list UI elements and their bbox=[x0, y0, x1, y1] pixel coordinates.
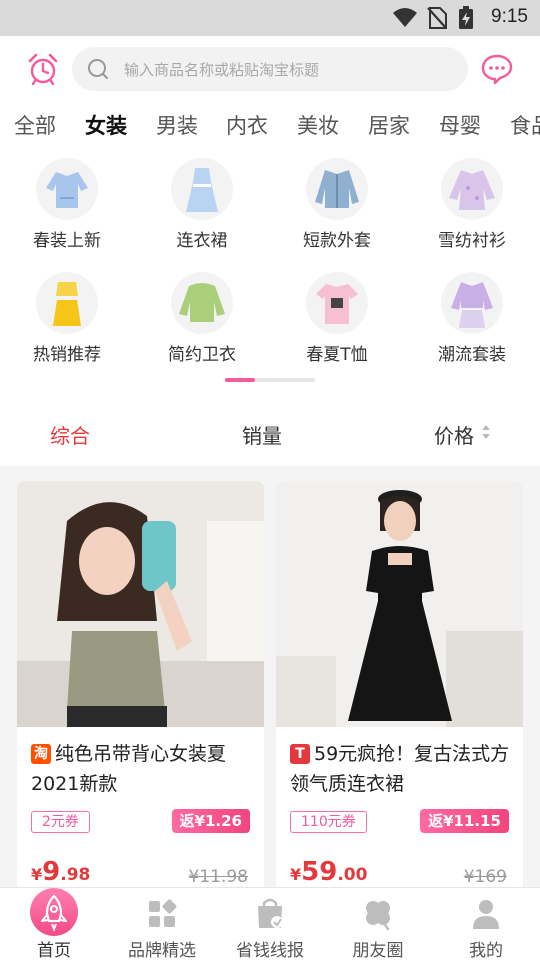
search-row: 输入商品名称或粘贴淘宝标题 bbox=[0, 36, 540, 102]
subcategory-label: 简约卫衣 bbox=[168, 345, 236, 365]
tmall-badge-icon: T bbox=[290, 744, 310, 764]
shopping-bag-icon bbox=[258, 898, 283, 928]
original-price: ¥11.98 bbox=[188, 867, 248, 887]
bottom-nav: 首页 品牌精选 省钱线报 朋友圈 我的 bbox=[0, 887, 540, 960]
sort-bar: 综合 销量 价格 bbox=[0, 400, 540, 464]
nav-label: 我的 bbox=[469, 941, 503, 960]
subcategory-hot-sale[interactable]: 热销推荐 bbox=[2, 264, 132, 376]
chiffon-shirt-image bbox=[441, 158, 503, 220]
nav-label: 首页 bbox=[37, 941, 71, 960]
nav-label: 品牌精选 bbox=[128, 941, 196, 960]
product-card[interactable]: T 59元疯抢！复古法式方领气质连衣裙 110元券 返¥11.15 ¥59.00 … bbox=[276, 481, 523, 888]
nav-label: 朋友圈 bbox=[352, 941, 404, 960]
nav-label: 省钱线报 bbox=[236, 941, 304, 960]
price-integer: 59 bbox=[301, 857, 338, 887]
rebate-badge: 返¥1.26 bbox=[171, 809, 250, 833]
no-sim-icon bbox=[427, 7, 447, 29]
dress-image bbox=[171, 158, 233, 220]
product-price: ¥59.00 bbox=[290, 857, 367, 887]
tab-all[interactable]: 全部 bbox=[14, 110, 56, 140]
tab-womens[interactable]: 女装 bbox=[85, 110, 127, 140]
rebate-badge: 返¥11.15 bbox=[420, 809, 509, 833]
tab-home[interactable]: 居家 bbox=[368, 110, 410, 140]
hoodie-image bbox=[171, 272, 233, 334]
nav-moments[interactable]: 朋友圈 bbox=[324, 888, 432, 960]
subcategory-label: 春装上新 bbox=[33, 231, 101, 251]
battery-charging-icon bbox=[459, 6, 473, 29]
price-decimal: .98 bbox=[60, 865, 91, 885]
product-title-text: 纯色吊带背心女装夏2021新款 bbox=[31, 743, 227, 795]
product-price: ¥9.98 bbox=[31, 857, 90, 887]
subcategory-label: 热销推荐 bbox=[33, 345, 101, 365]
subcategory-label: 短款外套 bbox=[303, 231, 371, 251]
search-input[interactable]: 输入商品名称或粘贴淘宝标题 bbox=[72, 47, 468, 91]
status-time: 9:15 bbox=[491, 6, 528, 27]
subcategory-dress[interactable]: 连衣裙 bbox=[137, 150, 267, 262]
product-title-text: 59元疯抢！复古法式方领气质连衣裙 bbox=[290, 743, 510, 795]
sort-sales[interactable]: 销量 bbox=[242, 420, 282, 449]
subcategory-label: 潮流套装 bbox=[438, 345, 506, 365]
original-price: ¥169 bbox=[463, 867, 507, 887]
wifi-icon bbox=[393, 8, 417, 27]
nav-profile[interactable]: 我的 bbox=[432, 888, 540, 960]
taobao-badge-icon: 淘 bbox=[31, 744, 51, 764]
subcategory-label: 春夏T恤 bbox=[306, 345, 368, 365]
clover-icon bbox=[366, 901, 390, 931]
tab-beauty[interactable]: 美妆 bbox=[297, 110, 339, 140]
subcategory-grid: 春装上新 连衣裙 短款外套 雪纺衬衫 热销推荐 简约卫衣 春夏T恤 潮流套装 bbox=[0, 150, 540, 380]
purple-set-image bbox=[441, 272, 503, 334]
tab-underwear[interactable]: 内衣 bbox=[226, 110, 268, 140]
coupon-badge[interactable]: 2元券 bbox=[31, 811, 90, 833]
subcategory-short-jacket[interactable]: 短款外套 bbox=[272, 150, 402, 262]
tshirt-image bbox=[306, 272, 368, 334]
sort-price[interactable]: 价格 bbox=[434, 420, 474, 449]
price-currency: ¥ bbox=[31, 865, 43, 884]
price-integer: 9 bbox=[42, 857, 61, 887]
subcategory-spring-new[interactable]: 春装上新 bbox=[2, 150, 132, 262]
nav-deals[interactable]: 省钱线报 bbox=[216, 888, 324, 960]
tab-mens[interactable]: 男装 bbox=[156, 110, 198, 140]
yellow-set-image bbox=[36, 272, 98, 334]
user-icon bbox=[473, 900, 499, 929]
product-list: 淘纯色吊带背心女装夏2021新款 2元券 返¥1.26 ¥9.98 ¥11.98 bbox=[0, 466, 540, 888]
tab-food[interactable]: 食品 bbox=[510, 110, 540, 140]
blouse-image bbox=[36, 158, 98, 220]
alarm-clock-icon[interactable] bbox=[26, 52, 60, 86]
category-tabs: 全部 女装 男装 内衣 美妆 居家 母婴 食品 bbox=[0, 102, 540, 148]
pager-indicator-active bbox=[225, 378, 255, 382]
product-title: 淘纯色吊带背心女装夏2021新款 bbox=[31, 739, 253, 799]
rocket-icon bbox=[41, 894, 67, 932]
subcategory-simple-hoodie[interactable]: 简约卫衣 bbox=[137, 264, 267, 376]
sort-comprehensive[interactable]: 综合 bbox=[50, 420, 90, 449]
nav-brand-selection[interactable]: 品牌精选 bbox=[108, 888, 216, 960]
product-image bbox=[276, 481, 523, 727]
product-image bbox=[17, 481, 264, 727]
price-decimal: .00 bbox=[337, 865, 368, 885]
subcategory-trend-set[interactable]: 潮流套装 bbox=[407, 264, 537, 376]
product-card[interactable]: 淘纯色吊带背心女装夏2021新款 2元券 返¥1.26 ¥9.98 ¥11.98 bbox=[17, 481, 264, 888]
subcategory-tshirt[interactable]: 春夏T恤 bbox=[272, 264, 402, 376]
status-bar: 9:15 bbox=[0, 0, 540, 36]
coupon-badge[interactable]: 110元券 bbox=[290, 811, 367, 833]
home-active-circle bbox=[30, 888, 78, 936]
nav-home[interactable]: 首页 bbox=[0, 888, 108, 960]
subcategory-label: 连衣裙 bbox=[176, 231, 228, 251]
subcategory-label: 雪纺衬衫 bbox=[438, 231, 506, 251]
product-title: T 59元疯抢！复古法式方领气质连衣裙 bbox=[290, 739, 512, 799]
subcategory-pager bbox=[225, 378, 315, 382]
search-icon bbox=[88, 59, 108, 79]
chat-bubble-icon[interactable] bbox=[480, 52, 514, 86]
denim-jacket-image bbox=[306, 158, 368, 220]
search-placeholder: 输入商品名称或粘贴淘宝标题 bbox=[124, 61, 320, 79]
tab-baby[interactable]: 母婴 bbox=[439, 110, 481, 140]
grid-icon bbox=[149, 899, 177, 927]
sort-arrows-icon bbox=[482, 425, 490, 439]
price-currency: ¥ bbox=[290, 865, 302, 884]
subcategory-chiffon-shirt[interactable]: 雪纺衬衫 bbox=[407, 150, 537, 262]
